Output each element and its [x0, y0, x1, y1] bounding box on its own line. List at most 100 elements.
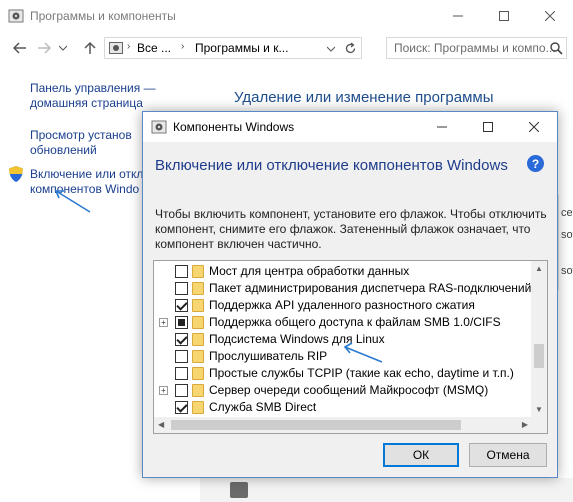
minimize-icon — [453, 15, 463, 17]
folder-icon — [192, 367, 204, 380]
feature-checkbox[interactable] — [175, 282, 188, 295]
feature-checkbox[interactable] — [175, 401, 188, 414]
vertical-scrollbar[interactable]: ▲ ▼ — [531, 261, 547, 417]
feature-checkbox[interactable] — [175, 367, 188, 380]
chevron-down-icon — [59, 45, 67, 51]
sidebar-item-line: Просмотр установ — [30, 128, 132, 142]
control-panel-titlebar: Программы и компоненты — [0, 0, 573, 32]
ok-button[interactable]: ОК — [383, 443, 459, 467]
back-arrow-icon — [13, 42, 26, 54]
maximize-icon — [483, 122, 493, 132]
up-button[interactable] — [80, 38, 100, 58]
folder-icon — [192, 401, 204, 414]
close-button[interactable] — [527, 0, 573, 32]
feature-checkbox[interactable] — [175, 316, 188, 329]
help-icon[interactable]: ? — [527, 155, 544, 172]
sidebar-item-line: Включение или откл — [30, 167, 142, 181]
refresh-icon[interactable] — [344, 42, 357, 55]
dialog-description: Чтобы включить компонент, установите его… — [155, 207, 547, 251]
dialog-title: Компоненты Windows — [173, 120, 295, 134]
address-dropdown-icon[interactable] — [327, 46, 335, 52]
scrollbar-corner — [531, 417, 547, 433]
feature-checkbox[interactable] — [175, 384, 188, 397]
feature-row[interactable]: + Поддержка общего доступа к файлам SMB 1… — [154, 314, 532, 331]
feature-row[interactable]: Простые службы TCPIP (такие как echo, da… — [154, 365, 532, 382]
up-arrow-icon — [84, 41, 96, 54]
folder-icon — [192, 282, 204, 295]
breadcrumb-root[interactable]: Все ... — [137, 41, 171, 55]
feature-row[interactable]: + Сервер очереди сообщений Майкрософт (MS… — [154, 382, 532, 399]
program-list-fragment: ces soft soft — [558, 195, 573, 290]
programs-app-icon — [8, 9, 24, 23]
recent-locations-button[interactable] — [56, 38, 70, 58]
close-icon — [545, 11, 555, 21]
folder-icon — [192, 333, 204, 346]
scroll-down-icon[interactable]: ▼ — [535, 405, 543, 414]
feature-label: Пакет администрирования диспетчера RAS-п… — [209, 281, 532, 295]
windows-features-app-icon — [151, 120, 167, 134]
scroll-up-icon[interactable]: ▲ — [535, 264, 543, 273]
program-icon — [230, 482, 248, 498]
sidebar-item-line: Панель управления — — [30, 81, 156, 95]
expand-icon[interactable]: + — [159, 386, 168, 395]
folder-icon — [192, 316, 204, 329]
forward-arrow-icon — [38, 42, 51, 54]
dialog-maximize-button[interactable] — [465, 112, 511, 142]
back-button[interactable] — [10, 38, 30, 58]
feature-row[interactable]: Мост для центра обработки данных — [154, 263, 532, 280]
annotation-arrow-icon — [343, 342, 383, 363]
feature-label: Поддержка общего доступа к файлам SMB 1.… — [209, 315, 501, 329]
feature-label: Прослушиватель RIP — [209, 349, 328, 363]
minimize-icon — [437, 126, 447, 128]
feature-checkbox[interactable] — [175, 299, 188, 312]
scroll-left-icon[interactable]: ◀ — [158, 420, 164, 429]
search-icon[interactable] — [550, 42, 563, 55]
folder-icon — [192, 299, 204, 312]
feature-row[interactable]: Пакет администрирования диспетчера RAS-п… — [154, 280, 532, 297]
forward-button[interactable] — [34, 38, 54, 58]
search-box[interactable]: Поиск: Программы и компо... — [386, 37, 567, 59]
list-item-fragment: ces — [561, 207, 573, 219]
dialog-heading: Включение или отключение компонентов Win… — [155, 157, 508, 174]
page-heading: Удаление или изменение программы — [234, 89, 494, 106]
list-item-fragment: soft — [561, 229, 573, 241]
dialog-minimize-button[interactable] — [419, 112, 465, 142]
feature-row[interactable]: Поддержка API удаленного разностного сжа… — [154, 297, 532, 314]
feature-label: Мост для центра обработки данных — [209, 264, 410, 278]
expand-icon[interactable]: + — [159, 318, 168, 327]
folder-icon — [192, 350, 204, 363]
minimize-button[interactable] — [435, 0, 481, 32]
close-icon — [529, 122, 539, 132]
sidebar-item-home[interactable]: Панель управления — домашняя страница — [30, 81, 156, 111]
breadcrumb-separator-icon: › — [127, 41, 131, 52]
dialog-titlebar: Компоненты Windows — [143, 112, 557, 142]
vertical-scroll-thumb[interactable] — [534, 344, 544, 368]
sidebar-item-updates[interactable]: Просмотр установ обновлений — [30, 128, 142, 158]
feature-row[interactable]: Служба SMB Direct — [154, 399, 532, 416]
control-panel-icon — [109, 42, 123, 54]
dialog-close-button[interactable] — [511, 112, 557, 142]
feature-label: Сервер очереди сообщений Майкрософт (MSM… — [209, 383, 489, 397]
window-title: Программы и компоненты — [30, 9, 176, 23]
breadcrumb-separator-icon: › — [181, 41, 185, 52]
address-bar[interactable]: › Все ... › Программы и к... — [104, 37, 362, 59]
folder-icon — [192, 384, 204, 397]
horizontal-scrollbar[interactable]: ◀ ▶ — [154, 417, 532, 433]
sidebar-item-line: домашняя страница — [30, 96, 143, 110]
annotation-arrow-icon — [54, 190, 91, 213]
feature-checkbox[interactable] — [175, 265, 188, 278]
shield-icon — [9, 166, 23, 182]
feature-checkbox[interactable] — [175, 350, 188, 363]
scroll-right-icon[interactable]: ▶ — [522, 420, 528, 429]
maximize-button[interactable] — [481, 0, 527, 32]
feature-label: Служба SMB Direct — [209, 400, 317, 414]
horizontal-scroll-thumb[interactable] — [171, 420, 461, 430]
feature-checkbox[interactable] — [175, 333, 188, 346]
list-item-fragment: soft — [561, 265, 573, 277]
maximize-icon — [499, 11, 509, 21]
sidebar-item-line: обновлений — [30, 143, 97, 157]
breadcrumb-current[interactable]: Программы и к... — [195, 41, 288, 55]
cancel-button[interactable]: Отмена — [469, 443, 547, 467]
feature-label: Простые службы TCPIP (такие как echo, da… — [209, 366, 514, 380]
feature-label: Поддержка API удаленного разностного сжа… — [209, 298, 475, 312]
